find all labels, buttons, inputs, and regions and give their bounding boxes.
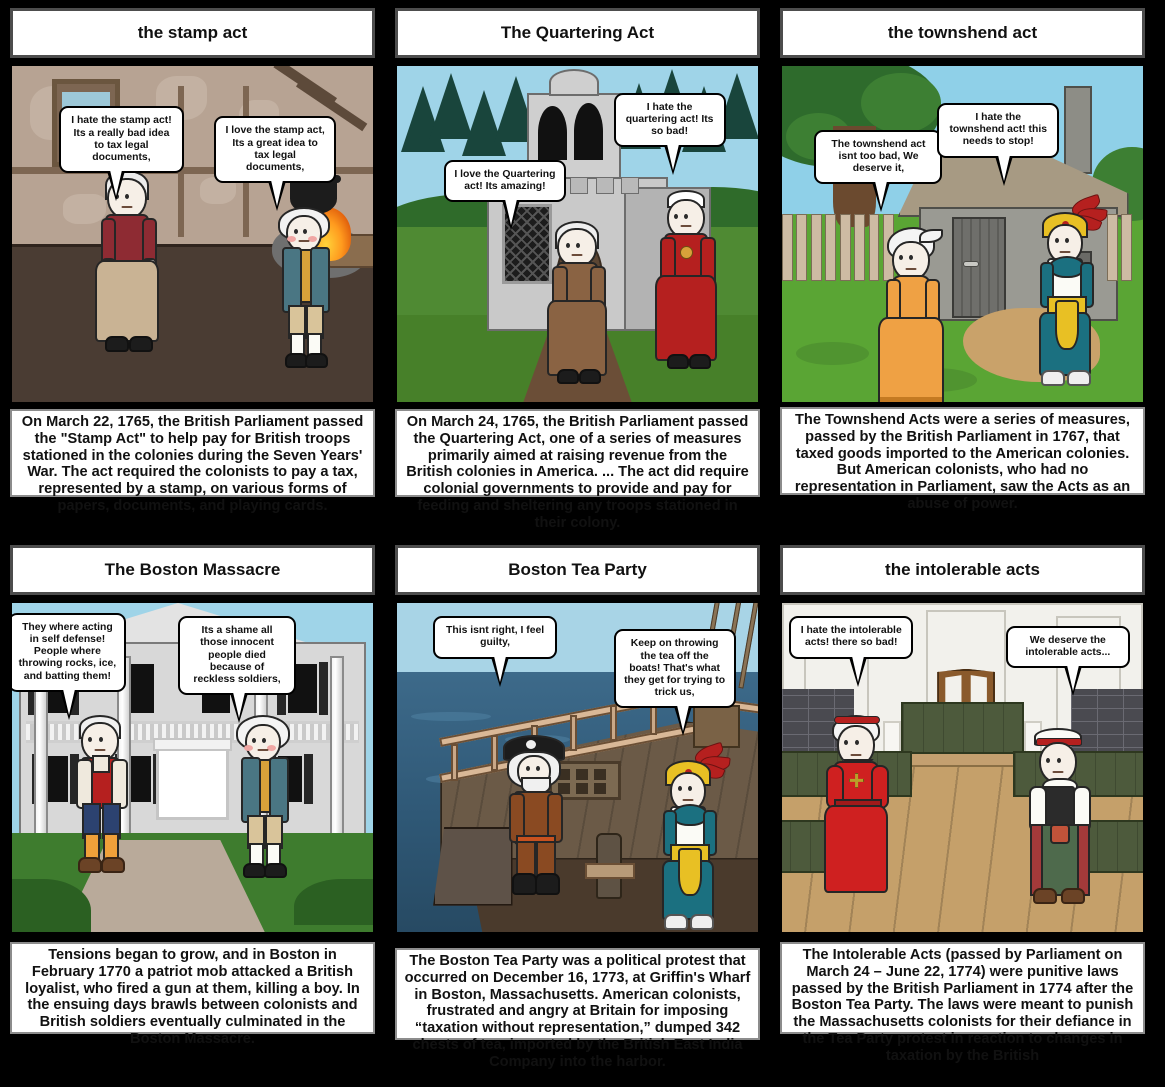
speech-bubble-text: I love the stamp act, Its a great idea t… — [225, 125, 325, 173]
caption-intolerable-acts: The Intolerable Acts (passed by Parliame… — [780, 942, 1145, 1064]
caption-text-b: required the colonists to pay a tax — [116, 464, 354, 481]
speech-bubble-text: This isnt right, I feel guilty, — [446, 625, 545, 649]
cell-title-boston-tea-party: Boston Tea Party — [395, 545, 760, 595]
speech-bubble-text: I hate the townshend act! this needs to … — [949, 111, 1047, 148]
character-colonist-man-redvest — [66, 714, 134, 885]
speech-bubble-text: Its a shame all those innocent people di… — [193, 625, 281, 685]
caption-boston-tea-party: The Boston Tea Party was a political pro… — [395, 948, 760, 1070]
speech-bubble-left: I love the Quartering act! Its amazing! — [443, 160, 566, 231]
storyboard-cell-intolerable-acts[interactable]: the intolerable acts I hate the intolera… — [770, 537, 1155, 1087]
speech-bubble-left: They where acting in self defense! Peopl… — [12, 612, 127, 720]
speech-bubble-right: We deserve the intolerable acts... — [1005, 626, 1130, 697]
character-colonist-woman-brown — [541, 220, 613, 397]
speech-bubble-text: I hate the quartering act! Its so bad! — [625, 101, 714, 138]
speech-bubble-left: I hate the stamp act! Its a really bad i… — [58, 106, 184, 202]
speech-bubble-text: Keep on throwing the tea off the boats! … — [624, 638, 726, 699]
speech-bubble-right: I hate the quartering act! Its so bad! — [613, 92, 726, 176]
storyboard-cell-townshend-act[interactable]: the townshend act The townshend act isnt… — [770, 0, 1155, 537]
caption-townshend-act: The Townshend Acts were a series of meas… — [780, 407, 1145, 512]
storyboard-cell-quartering-act[interactable]: The Quartering Act I love the Quartering… — [385, 0, 770, 537]
front-door-icon — [156, 747, 229, 821]
scene-boston-massacre: They where acting in self defense! Peopl… — [10, 601, 375, 934]
speech-bubble-left: I hate the intolerable acts! there so ba… — [789, 616, 914, 687]
cell-title-townshend-act: the townshend act — [780, 8, 1145, 58]
character-british-gentleman — [272, 207, 336, 379]
character-native-figure — [1027, 194, 1109, 398]
speech-bubble-left: The townshend act isnt too bad, We deser… — [814, 129, 943, 213]
caption-text-a: The Townshend Acts were — [795, 412, 982, 428]
cell-title-intolerable-acts: the intolerable acts — [780, 545, 1145, 595]
speech-bubble-text: They where acting in self defense! Peopl… — [18, 621, 117, 682]
character-british-woman-red — [650, 190, 722, 382]
character-colonist-pirate — [498, 734, 570, 913]
caption-boston-massacre: Tensions began to grow, and in Boston in… — [10, 942, 375, 1047]
scene-intolerable-acts: I hate the intolerable acts! there so ba… — [780, 601, 1145, 934]
storyboard-grid: the stamp act I hate the stamp act! Its … — [0, 0, 1165, 1087]
character-british-gentleman — [229, 714, 297, 891]
scene-townshend-act: The townshend act isnt too bad, We deser… — [780, 64, 1145, 404]
caption-text-c: , imported by the British East India Com… — [489, 1036, 743, 1070]
caption-stamp-act: On March 22, 1765, the British Parliamen… — [10, 409, 375, 514]
storyboard-cell-boston-tea-party[interactable]: Boston Tea Party This isnt right, I feel… — [385, 537, 770, 1087]
character-british-noblewoman — [818, 714, 894, 901]
caption-text-b: a series of measures — [981, 412, 1126, 428]
speech-bubble-right: Its a shame all those innocent people di… — [178, 616, 297, 724]
character-native-figure — [650, 741, 731, 932]
character-colonist-maid — [1020, 728, 1096, 910]
character-colonist-woman — [91, 170, 163, 370]
storyboard-cell-boston-massacre[interactable]: The Boston Massacre They where acting in… — [0, 537, 385, 1087]
storyboard-cell-stamp-act[interactable]: the stamp act I hate the stamp act! Its … — [0, 0, 385, 537]
speech-bubble-text: I love the Quartering act! Its amazing! — [454, 169, 556, 193]
cell-title-boston-massacre: The Boston Massacre — [10, 545, 375, 595]
cell-title-quartering-act: The Quartering Act — [395, 8, 760, 58]
caption-quartering-act: On March 24, 1765, the British Parliamen… — [395, 409, 760, 531]
caption-text-c: , who fired a gun at them, killing a boy… — [27, 980, 360, 1047]
scene-quartering-act: I love the Quartering act! Its amazing! … — [395, 64, 760, 404]
character-colonist-woman-orange — [872, 227, 950, 402]
scene-stamp-act: I hate the stamp act! Its a really bad i… — [10, 64, 375, 404]
scene-boston-tea-party: This isnt right, I feel guilty, Keep on … — [395, 601, 760, 934]
speech-bubble-text: I hate the intolerable acts! there so ba… — [800, 625, 902, 649]
speech-bubble-right: I love the stamp act, Its a great idea t… — [214, 116, 337, 212]
cell-title-stamp-act: the stamp act — [10, 8, 375, 58]
speech-bubble-right: I hate the townshend act! this needs to … — [937, 102, 1060, 186]
caption-text-a: The Intolerable Acts (passed by Parliame… — [791, 947, 1134, 1064]
speech-bubble-text: The townshend act isnt too bad, We deser… — [831, 138, 926, 175]
speech-bubble-right: Keep on throwing the tea off the boats! … — [613, 629, 736, 737]
speech-bubble-text: I hate the stamp act! Its a really bad i… — [71, 115, 172, 163]
speech-bubble-text: We deserve the intolerable acts... — [1025, 635, 1111, 659]
speech-bubble-left: This isnt right, I feel guilty, — [433, 616, 558, 687]
